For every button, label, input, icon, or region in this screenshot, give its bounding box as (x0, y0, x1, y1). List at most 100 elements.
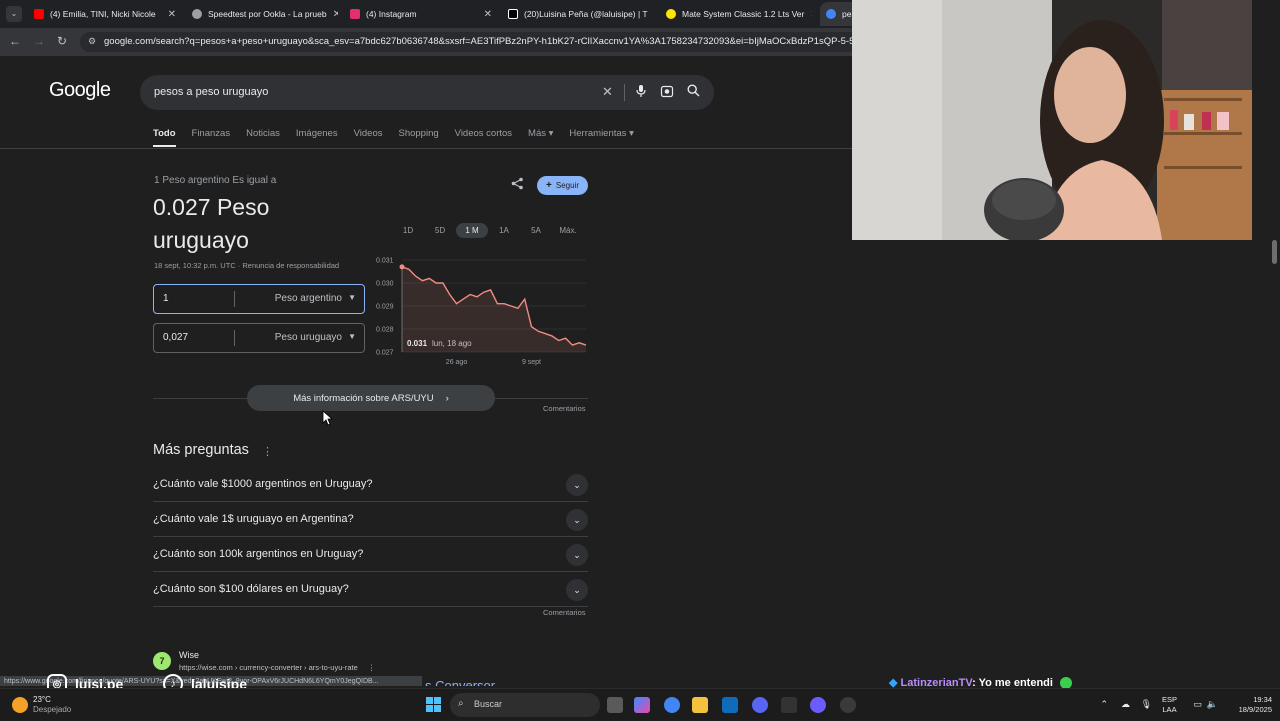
question-text[interactable]: ¿Cuánto vale 1$ uruguayo en Argentina? (153, 513, 354, 525)
mercadolibre-icon (666, 9, 676, 19)
close-icon[interactable]: ✕ (484, 9, 492, 20)
tab-search-dropdown[interactable]: ⌄ (6, 6, 22, 22)
chrome-icon[interactable] (664, 697, 680, 713)
range-1y[interactable]: 1A (488, 223, 520, 238)
copilot-icon[interactable] (634, 697, 650, 713)
question-text[interactable]: ¿Cuánto son 100k argentinos en Uruguay? (153, 548, 363, 560)
question-text[interactable]: ¿Cuánto son $100 dólares en Uruguay? (153, 583, 349, 595)
weather-icon[interactable] (12, 697, 28, 713)
keyboard-layout: LAA (1162, 705, 1177, 715)
clock-date: 18/9/2025 (1239, 705, 1272, 715)
address-bar[interactable]: ⚙ google.com/search?q=pesos+a+peso+urugu… (80, 32, 852, 52)
tab-more[interactable]: Más ▾ (528, 128, 553, 147)
currency-to-select[interactable]: Peso uruguayo (275, 332, 342, 343)
search-input[interactable]: pesos a peso uruguayo (154, 86, 268, 98)
browser-tab-bar: ⌄ (4) Emilia, TINI, Nicki Nicole ✕ Speed… (0, 0, 852, 28)
result-url[interactable]: https://wise.com › currency-converter › … (179, 663, 375, 672)
chevron-down-icon[interactable]: ⌄ (566, 474, 588, 496)
share-icon[interactable] (511, 177, 524, 193)
question-row[interactable]: ¿Cuánto vale $1000 argentinos en Uruguay… (153, 467, 588, 502)
more-options-icon[interactable]: ⋮ (262, 445, 273, 458)
back-icon[interactable]: ← (9, 34, 21, 48)
dropdown-arrow-icon[interactable]: ▼ (348, 332, 356, 341)
google-logo[interactable]: Google (49, 79, 111, 102)
tab-videos[interactable]: Videos (354, 128, 383, 147)
epic-games-icon[interactable] (781, 697, 797, 713)
page-scrollbar[interactable] (1272, 240, 1277, 264)
comments-link[interactable]: Comentarios (543, 404, 586, 413)
task-view-icon[interactable] (607, 697, 623, 713)
question-text[interactable]: ¿Cuánto vale $1000 argentinos en Uruguay… (153, 478, 373, 490)
range-1m[interactable]: 1 M (456, 223, 488, 238)
chevron-down-icon[interactable]: ⌄ (566, 544, 588, 566)
amount-from-value[interactable]: 1 (163, 293, 169, 304)
more-info-button[interactable]: Más información sobre ARS/UYU › (247, 385, 495, 411)
tab-all[interactable]: Todo (153, 128, 176, 147)
tab-short-videos[interactable]: Videos cortos (455, 128, 512, 147)
chevron-down-icon[interactable]: ⌄ (566, 579, 588, 601)
app-icon[interactable] (810, 697, 826, 713)
tab-news[interactable]: Noticias (246, 128, 280, 147)
range-5d[interactable]: 5D (424, 223, 456, 238)
obs-icon[interactable] (840, 697, 856, 713)
conversion-date[interactable]: 18 sept, 10:32 p.m. UTC · Renuncia de re… (154, 261, 339, 270)
tiktok-icon (508, 9, 518, 19)
volume-icon[interactable]: 🔈 (1207, 699, 1218, 710)
site-info-icon[interactable]: ⚙ (88, 36, 96, 47)
clear-icon[interactable]: ✕ (602, 84, 613, 100)
chart-range-selector: 1D 5D 1 M 1A 5A Máx. (392, 223, 584, 238)
search-icon[interactable] (687, 84, 700, 100)
discord-icon[interactable] (752, 697, 768, 713)
exchange-rate-chart[interactable]: 0.0310.0300.0290.0280.027 26 ago9 sept 0… (372, 252, 590, 372)
outlook-icon[interactable] (722, 697, 738, 713)
result-site-name[interactable]: Wise (179, 650, 199, 660)
range-5y[interactable]: 5A (520, 223, 552, 238)
microphone-icon[interactable]: 🎙 (1141, 699, 1152, 710)
amount-input-to[interactable]: 0,027 Peso uruguayo ▼ (153, 323, 365, 353)
file-explorer-icon[interactable] (692, 697, 708, 713)
clock[interactable]: 19:34 18/9/2025 (1239, 695, 1272, 715)
question-row[interactable]: ¿Cuánto son 100k argentinos en Uruguay? … (153, 537, 588, 572)
browser-tab[interactable]: (4) Instagram ✕ (346, 2, 496, 26)
close-icon[interactable]: ✕ (810, 9, 812, 20)
comments-link[interactable]: Comentarios (543, 608, 586, 617)
amount-to-value[interactable]: 0,027 (163, 332, 188, 343)
amount-input-from[interactable]: 1 Peso argentino ▼ (153, 284, 365, 314)
browser-tab[interactable]: Speedtest por Ookla - La prueb ✕ (188, 2, 338, 26)
microphone-icon[interactable] (635, 84, 647, 101)
network-icon[interactable]: ▭ (1193, 699, 1202, 710)
chart-y-tick-label: 0.027 (376, 350, 394, 357)
tab-finance[interactable]: Finanzas (192, 128, 231, 147)
speedtest-icon (192, 9, 202, 19)
onedrive-icon[interactable]: ☁ (1121, 699, 1130, 710)
tab-shopping[interactable]: Shopping (399, 128, 439, 147)
tab-images[interactable]: Imágenes (296, 128, 338, 147)
follow-button[interactable]: + Seguir (537, 176, 588, 195)
chevron-up-icon[interactable]: ⌃ (1100, 699, 1108, 710)
reload-icon[interactable]: ↻ (57, 34, 67, 48)
close-icon[interactable]: ✕ (333, 9, 338, 20)
instagram-icon (350, 9, 360, 19)
question-row[interactable]: ¿Cuánto son $100 dólares en Uruguay? ⌄ (153, 572, 588, 607)
currency-from-select[interactable]: Peso argentino (275, 293, 342, 304)
language-indicator[interactable]: ESP LAA (1162, 695, 1177, 715)
browser-tab[interactable]: Mate System Classic 1.2 Lts Ver ✕ (662, 2, 812, 26)
browser-tab[interactable]: (4) Emilia, TINI, Nicki Nicole ✕ (30, 2, 180, 26)
range-1d[interactable]: 1D (392, 223, 424, 238)
forward-icon[interactable]: → (33, 34, 45, 48)
browser-tab[interactable]: (20)Luisina Peña (@laluisipe) | T ✕ (504, 2, 654, 26)
range-max[interactable]: Máx. (552, 223, 584, 238)
more-options-icon[interactable]: ⋮ (368, 663, 376, 672)
tab-tools[interactable]: Herramientas ▾ (569, 128, 633, 147)
weather-condition: Despejado (33, 705, 71, 715)
question-row[interactable]: ¿Cuánto vale 1$ uruguayo en Argentina? ⌄ (153, 502, 588, 537)
taskbar-search[interactable]: ⌕ Buscar (450, 693, 600, 717)
close-icon[interactable]: ✕ (168, 9, 176, 20)
windows-start-icon[interactable] (426, 697, 441, 712)
dropdown-arrow-icon[interactable]: ▼ (348, 293, 356, 302)
search-box[interactable]: pesos a peso uruguayo ✕ (140, 75, 714, 110)
chevron-down-icon[interactable]: ⌄ (566, 509, 588, 531)
weather-widget[interactable]: 23°C Despejado (33, 695, 71, 715)
result-title[interactable]: s Conversor ... (425, 678, 510, 686)
lens-icon[interactable] (660, 84, 674, 101)
